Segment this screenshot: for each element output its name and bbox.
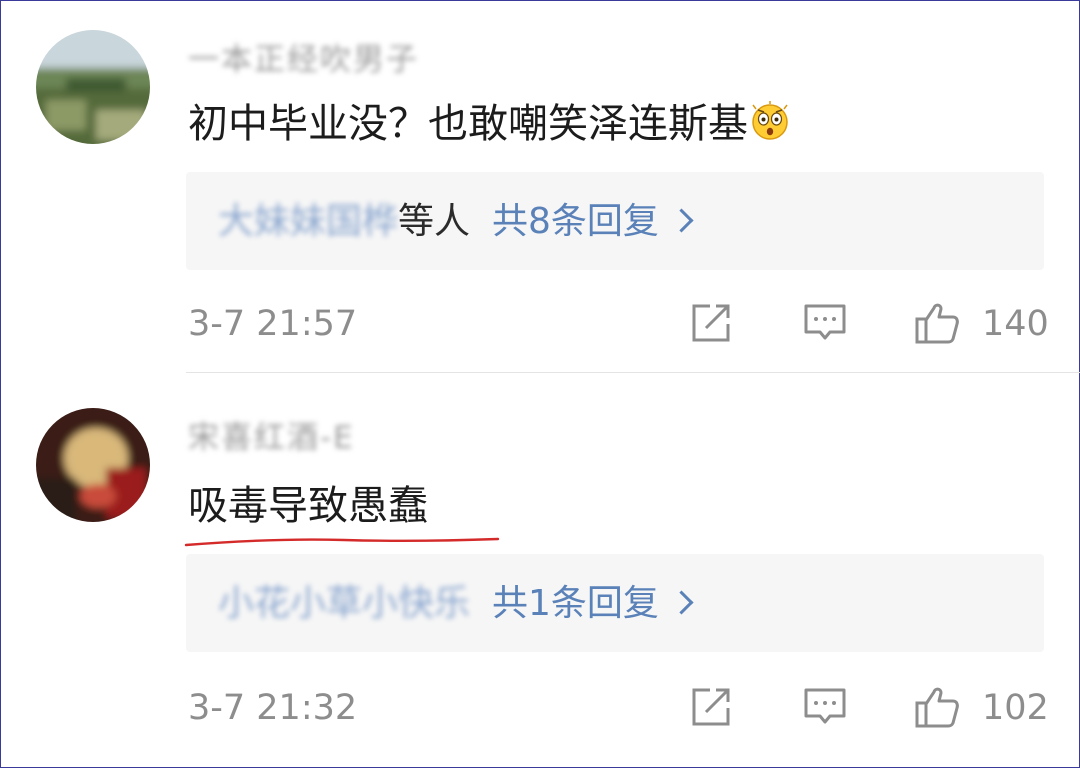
comment-text: 吸毒导致愚蠢	[188, 483, 428, 529]
comment-item: 宋喜红酒-E 吸毒导致愚蠢 小花小草小快乐 共1条回复 3-7 21:32 10…	[0, 378, 1080, 768]
view-replies-link[interactable]: 共1条回复	[492, 583, 659, 624]
thumbs-up-icon[interactable]	[914, 300, 960, 346]
comment-text-body: 初中毕业没？也敢嘲笑泽连斯基	[188, 101, 748, 147]
reply-preview[interactable]: 大妹妹国桦等人 共8条回复	[186, 172, 1044, 270]
reply-suffix: 等人	[398, 201, 471, 242]
username[interactable]: 一本正经吹男子	[188, 34, 419, 78]
comment-meta: 3-7 21:57 140	[188, 300, 1049, 350]
chevron-right-icon	[669, 208, 694, 233]
reply-preview-line: 小花小草小快乐 共1条回复	[218, 576, 694, 632]
reply-preview[interactable]: 小花小草小快乐 共1条回复	[186, 554, 1044, 652]
reply-user-names[interactable]: 小花小草小快乐	[218, 576, 470, 632]
avatar[interactable]	[36, 408, 150, 522]
username[interactable]: 宋喜红酒-E	[188, 412, 355, 456]
share-icon[interactable]	[688, 684, 734, 730]
comment-divider	[186, 372, 1080, 373]
comment-time: 3-7 21:32	[188, 688, 358, 728]
share-icon[interactable]	[688, 300, 734, 346]
thumbs-up-icon[interactable]	[914, 684, 960, 730]
chevron-right-icon	[669, 590, 694, 615]
red-underline-annotation	[184, 534, 502, 548]
comment-icon[interactable]	[802, 300, 848, 346]
comment-time: 3-7 21:57	[188, 304, 358, 344]
comment-meta: 3-7 21:32 102	[188, 684, 1049, 734]
view-replies-link[interactable]: 共8条回复	[492, 201, 659, 242]
comment-item: 一本正经吹男子 初中毕业没？也敢嘲笑泽连斯基 大妹妹国桦等人 共8条回复 3-7 …	[0, 0, 1080, 373]
reply-user-names[interactable]: 大妹妹国桦	[218, 194, 398, 250]
comment-icon[interactable]	[802, 684, 848, 730]
comment-text: 初中毕业没？也敢嘲笑泽连斯基	[188, 96, 790, 152]
avatar[interactable]	[36, 30, 150, 144]
like-count: 140	[982, 304, 1049, 344]
reply-preview-line: 大妹妹国桦等人 共8条回复	[218, 194, 694, 250]
shocked-face-emoji-icon	[750, 100, 790, 140]
like-count: 102	[982, 688, 1049, 728]
